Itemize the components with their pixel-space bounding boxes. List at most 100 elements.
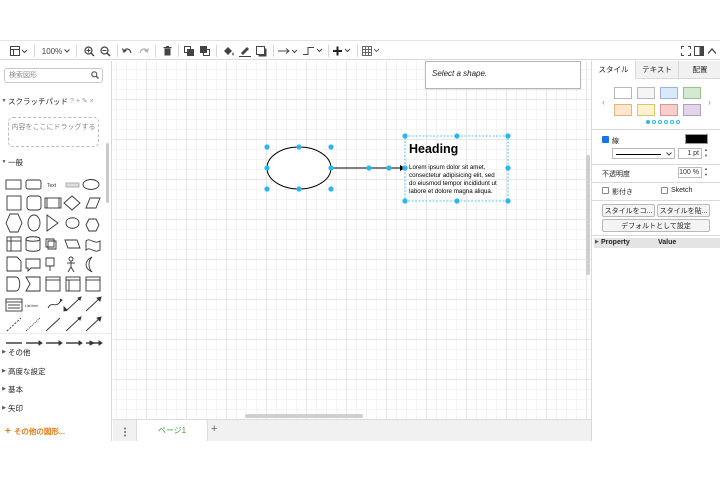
style-swatch[interactable]: [637, 87, 655, 99]
palette-pager[interactable]: [646, 120, 680, 124]
general-section-header[interactable]: ▼ 一般: [0, 155, 111, 169]
style-swatch[interactable]: [660, 104, 678, 116]
canvas-vertical-scrollbar[interactable]: [586, 155, 590, 275]
line-color-icon[interactable]: [238, 44, 251, 58]
scratchpad-actions[interactable]: ? + ✎ ×: [70, 97, 94, 105]
section-label: 高度な設定: [8, 366, 46, 376]
general-section-title: 一般: [8, 157, 23, 167]
style-swatch[interactable]: [637, 104, 655, 116]
opacity-input[interactable]: 100 %: [678, 167, 702, 178]
textbox-body[interactable]: Lorem ipsum dolor sit amet, consectetur …: [409, 164, 497, 195]
expand-arrow-icon: ▶: [2, 349, 6, 355]
section-label: その他: [8, 347, 31, 357]
page-tab-label: ページ1: [157, 426, 187, 435]
style-swatch[interactable]: [660, 87, 678, 99]
style-swatch[interactable]: [683, 87, 701, 99]
redo-icon[interactable]: [138, 44, 150, 58]
shadow-icon[interactable]: [255, 44, 268, 58]
textbox-heading[interactable]: Heading: [409, 142, 458, 156]
tab-label: スタイル: [598, 65, 629, 74]
zoom-level[interactable]: 100%: [41, 44, 63, 58]
text-shape-label: Text: [47, 183, 57, 189]
canvas-horizontal-scrollbar[interactable]: [245, 414, 363, 418]
page-menu-icon[interactable]: [123, 427, 127, 439]
copy-style-button[interactable]: スタイルをコ...: [602, 204, 655, 217]
sketch-label: Sketch: [671, 187, 693, 194]
drawio-app: 100% 検索図形 ▼ スクラッチパッド ? + ✎ × 内容をここにドラッグす…: [0, 0, 720, 480]
tab-label: 配置: [692, 65, 708, 74]
expand-arrow-icon: ▶: [2, 405, 6, 411]
search-icon[interactable]: [91, 71, 99, 81]
insert-icon[interactable]: [333, 44, 351, 58]
more-shapes-label: その他の図形...: [13, 427, 66, 436]
expand-arrow-icon[interactable]: ▶: [595, 239, 599, 245]
chevron-down-icon: [666, 152, 672, 156]
line-checkbox[interactable]: [602, 136, 609, 143]
format-panel-icon[interactable]: [693, 44, 705, 58]
hint-tooltip: Select a shape.: [425, 61, 581, 89]
delete-icon[interactable]: [161, 44, 173, 58]
section-label: 矢印: [8, 403, 23, 413]
sketch-checkbox[interactable]: [661, 187, 668, 194]
zoom-in-icon[interactable]: [82, 44, 96, 58]
line-label: 線: [612, 138, 619, 145]
next-palette-icon[interactable]: ›: [708, 97, 711, 107]
zoom-value: 100%: [41, 46, 63, 56]
sidebar-section-basic[interactable]: ▶ 基本: [0, 382, 111, 396]
page-tabs-bar: ページ1 +: [113, 419, 591, 441]
sidebar-section-arrows[interactable]: ▶ 矢印: [0, 401, 111, 415]
textbox-line: do eiusmod tempor incididunt ut: [409, 180, 497, 187]
tab-arrange[interactable]: 配置: [678, 61, 720, 79]
shape-search-input[interactable]: 検索図形: [4, 68, 103, 83]
scratchpad-title: スクラッチパッド: [8, 96, 68, 106]
add-page-button[interactable]: +: [211, 423, 217, 435]
prev-palette-icon[interactable]: ‹: [602, 97, 605, 107]
plus-icon: +: [5, 426, 11, 437]
diagram-layer: Heading Lorem ipsum dolor sit amet, cons…: [264, 133, 511, 204]
scratchpad-drop-area[interactable]: 内容をここにドラッグする: [8, 117, 99, 147]
to-back-icon[interactable]: [199, 44, 211, 58]
style-swatch[interactable]: [614, 104, 632, 116]
value-column-header: Value: [658, 239, 677, 246]
property-column-header: Property: [601, 239, 630, 246]
table-icon[interactable]: [362, 44, 380, 58]
textbox-line: consectetur adipisicing elit, sed: [409, 172, 495, 179]
style-swatch[interactable]: [614, 87, 632, 99]
sidebar-section-advanced[interactable]: ▶ 高度な設定: [0, 364, 111, 378]
paste-style-button[interactable]: スタイルを貼...: [657, 204, 710, 217]
line-width-stepper[interactable]: ▲ ▼: [703, 147, 709, 160]
fill-color-icon[interactable]: [222, 44, 235, 58]
page-tab-active[interactable]: ページ1: [136, 420, 208, 441]
line-color-picker[interactable]: [685, 134, 708, 144]
set-default-style-button[interactable]: デフォルトとして設定: [602, 219, 710, 232]
toolbar: 100%: [0, 40, 720, 60]
view-icon[interactable]: [10, 44, 28, 58]
textbox-line: labore et dolore magna aliqua.: [409, 188, 493, 195]
sidebar-section-other[interactable]: ▶ その他: [0, 345, 111, 359]
tab-text[interactable]: テキスト: [635, 61, 678, 79]
line-width-input[interactable]: 1 pt: [678, 148, 702, 159]
property-table-header: ▶ Property Value: [594, 238, 720, 248]
tab-style[interactable]: スタイル: [592, 61, 635, 79]
collapse-icon[interactable]: [706, 44, 718, 58]
waypoints-icon[interactable]: [303, 44, 323, 58]
opacity-stepper[interactable]: ▲ ▼: [703, 166, 709, 179]
expand-arrow-icon: ▶: [2, 368, 6, 374]
more-shapes-button[interactable]: + その他の図形...: [5, 426, 65, 437]
shadow-label: 影付き: [612, 189, 633, 196]
style-swatch[interactable]: [683, 104, 701, 116]
line-pattern-select[interactable]: [612, 148, 675, 159]
zoom-out-icon[interactable]: [98, 44, 112, 58]
diagram-canvas[interactable]: Heading Lorem ipsum dolor sit amet, cons…: [113, 61, 591, 419]
opacity-label: 不透明度: [602, 171, 630, 178]
fullscreen-icon[interactable]: [680, 44, 692, 58]
shadow-checkbox[interactable]: [602, 187, 609, 194]
ellipse-shape[interactable]: [266, 146, 332, 190]
sidebar-scrollbar[interactable]: [106, 143, 109, 203]
to-front-icon[interactable]: [183, 44, 195, 58]
connection-icon[interactable]: [278, 44, 298, 58]
undo-icon[interactable]: [121, 44, 133, 58]
zoom-dropdown-icon[interactable]: [64, 44, 70, 58]
expand-arrow-icon: ▶: [2, 386, 6, 392]
scratchpad-header[interactable]: ▼ スクラッチパッド ? + ✎ ×: [0, 94, 111, 108]
